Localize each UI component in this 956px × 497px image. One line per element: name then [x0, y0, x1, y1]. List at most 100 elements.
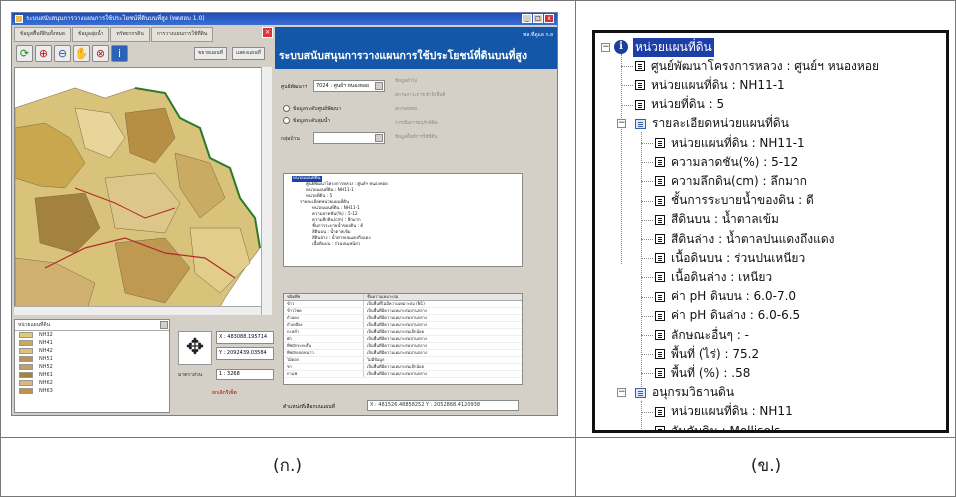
soil-unit-tree-small[interactable]: หน่วยแผนที่ดิน ศูนย์พัฒนาโครงการหลวง : ศ… — [283, 173, 523, 267]
table-row[interactable]: พืชผักเขตหนาว เป็นพื้นที่มีความเหมาะสมปาน… — [284, 350, 522, 357]
tree-root-label[interactable]: หน่วยแผนที่ดิน — [633, 37, 714, 57]
radio-center-level[interactable]: ข้อมูลระดับศูนย์พัฒนา — [283, 105, 341, 113]
tab-all-land[interactable]: ข้อมูลพื้นที่ดินทั้งหมด — [14, 27, 72, 42]
tree-item[interactable]: ความลึกดิน(cm) : ลึกมาก — [655, 172, 807, 190]
legend-item[interactable]: NH61 — [15, 371, 169, 379]
scale-field[interactable]: 1 : 3268 — [216, 369, 274, 380]
legend-select[interactable]: หน่วยแผนที่ดิน — [15, 320, 169, 331]
status-coordinates: X : 481526.48858252 Y : 2052868.4120938 — [367, 400, 519, 411]
map-horizontal-scrollbar[interactable] — [14, 306, 261, 315]
collapse-toggle[interactable]: − — [617, 387, 626, 397]
tab-watershed[interactable]: ข้อมูลลุ่มน้ำ — [72, 27, 110, 42]
caption-left: (ก.) — [273, 456, 302, 476]
table-row[interactable]: พืชผักระยะสั้น เป็นพื้นที่มีความเหมาะสมปา… — [284, 343, 522, 350]
tree-item[interactable]: หน่วยแผนที่ดิน : NH11-1 — [655, 134, 805, 152]
tree-item-label: ค่า pH ดินล่าง : 6.0-6.5 — [671, 308, 801, 323]
column-header-suitability[interactable]: ชั้นความเหมาะสม — [364, 294, 522, 300]
center-select[interactable]: 7024 : ศูนย์ฯ หนองหอย — [313, 80, 385, 92]
radio-watershed-level[interactable]: ข้อมูลระดับลุ่มน้ำ — [283, 117, 330, 125]
zoom-in-icon[interactable]: ⊕ — [35, 45, 52, 62]
tree-item[interactable]: ค่า pH ดินบน : 6.0-7.0 — [655, 288, 796, 306]
pan-icon[interactable]: ✋ — [73, 45, 90, 62]
legend-item[interactable]: NH52 — [15, 363, 169, 371]
tree-group-details[interactable]: รายละเอียดหน่วยแผนที่ดิน — [635, 115, 789, 133]
legend-item[interactable]: NH62 — [15, 379, 169, 387]
table-row[interactable]: กะหล่ำ เป็นพื้นที่มีความเหมาะสมเล็กน้อย — [284, 329, 522, 336]
collapse-toggle-root[interactable]: − — [601, 43, 610, 52]
reset-link[interactable]: ยกเลิกรีเซ็ต — [212, 389, 237, 397]
tree-item[interactable]: อันดับดิน : Mollisols — [655, 422, 780, 430]
map-vertical-scrollbar[interactable] — [261, 67, 272, 315]
tab-planning[interactable]: การวางแผนการใช้ที่ดิน — [150, 27, 214, 42]
legend-item[interactable]: NH42 — [15, 347, 169, 355]
table-row[interactable]: ชา เป็นพื้นที่มีความเหมาะสมเล็กน้อย — [284, 364, 522, 371]
table-cell-suitability: เป็นพื้นที่มีความเหมาะสมปานกลาง — [367, 315, 427, 320]
tree-item[interactable]: พื้นที่ (%) : .58 — [655, 364, 750, 382]
society-button[interactable]: สภาพสังคม — [395, 105, 459, 115]
table-row[interactable]: ไม้ดอก ไม่มีข้อมูล — [284, 357, 522, 364]
group-select[interactable] — [313, 132, 385, 144]
tree-item[interactable]: หน่วยแผนที่ดิน : NH11 — [655, 403, 793, 421]
tab-close-button[interactable]: × — [262, 27, 273, 38]
tree-item[interactable]: หน่วยแผนที่ดิน : NH11-1 — [635, 76, 785, 94]
table-cell-crop: กะหล่ำ — [284, 329, 364, 335]
tree-item[interactable]: สีดินล่าง : น้ำตาลปนแดงถึงแดง — [655, 230, 835, 248]
table-row[interactable]: ข้าว เป็นพื้นที่ไม่มีความเหมาะสม (N1) — [284, 301, 522, 308]
tree-item-label: ลักษณะอื่นๆ : - — [671, 327, 749, 342]
tree-item[interactable]: ชั้นการระบายน้ำของดิน : ดี — [655, 192, 814, 210]
center-label: ศูนย์พัฒนาฯ — [281, 84, 308, 90]
column-header-crop[interactable]: ชนิดพืช — [284, 294, 364, 300]
tree-item[interactable]: ลักษณะอื่นๆ : - — [655, 326, 749, 344]
table-row[interactable]: กาแฟ เป็นพื้นที่มีความเหมาะสมปานกลาง — [284, 371, 522, 378]
map-toolbar: ⟳ ⊕ ⊖ ✋ ⊗ i ขยายแผนที่ แสดงแผนที่ — [14, 43, 272, 65]
full-extent-icon[interactable]: ⊗ — [92, 45, 109, 62]
tree-connector — [641, 431, 653, 432]
tree-item[interactable]: สีดินบน : น้ำตาลเข้ม — [655, 211, 779, 229]
table-row[interactable]: ผัก เป็นพื้นที่มีความเหมาะสมปานกลาง — [284, 336, 522, 343]
tree-item[interactable]: พื้นที่ (ไร่) : 75.2 — [655, 345, 759, 363]
navigation-compass-icon[interactable]: ✥ — [178, 331, 212, 365]
tree-item[interactable]: ความลาดชัน(%) : 5-12 — [655, 153, 798, 171]
zoom-out-icon[interactable]: ⊖ — [54, 45, 71, 62]
legend-label: NH41 — [39, 340, 53, 346]
legend-item[interactable]: NH32 — [15, 331, 169, 339]
zoom-map-button[interactable]: ขยายแผนที่ — [194, 47, 227, 60]
tree-connector — [641, 219, 653, 221]
tree-item[interactable]: ศูนย์พัฒนาโครงการหลวง : ศูนย์ฯ หนองหอย — [635, 57, 879, 75]
legend-label: NH52 — [39, 364, 53, 370]
soil-unit-tree[interactable]: − i หน่วยแผนที่ดิน ศูนย์พัฒนาโครงการหลวง… — [592, 30, 949, 433]
minimize-button[interactable]: _ — [522, 14, 532, 23]
legend-item[interactable]: NH63 — [15, 387, 169, 395]
field-icon — [655, 253, 665, 264]
close-button[interactable]: x — [544, 14, 554, 23]
map-canvas[interactable] — [14, 67, 272, 315]
collapse-toggle[interactable]: − — [617, 118, 626, 128]
table-row[interactable]: ถั่วแดง เป็นพื้นที่มีความเหมาะสมปานกลาง — [284, 315, 522, 322]
table-row[interactable]: ข้าวโพด เป็นพื้นที่มีความเหมาะสมปานกลาง — [284, 308, 522, 315]
chevron-down-icon[interactable] — [160, 321, 168, 329]
tree-item[interactable]: เนื้อดินล่าง : เหนียว — [655, 268, 772, 286]
tree-group-taxonomy[interactable]: อนุกรมวิธานดิน — [635, 384, 734, 402]
conservation-button[interactable]: การเพิ่มการอนุรักษ์ดิน — [395, 119, 459, 129]
legend-label: NH51 — [39, 356, 53, 362]
tree-item[interactable]: เนื้อดินบน : ร่วนปนเหนียว — [284, 242, 522, 248]
info-tool-icon[interactable]: i — [111, 45, 128, 62]
tree-item[interactable]: เนื้อดินบน : ร่วนปนเหนียว — [655, 249, 805, 267]
legend-item[interactable]: NH41 — [15, 339, 169, 347]
tree-item[interactable]: หน่วยที่ดิน : 5 — [635, 96, 724, 114]
chevron-down-icon[interactable] — [375, 82, 383, 90]
table-cell-suitability: เป็นพื้นที่มีความเหมาะสมเล็กน้อย — [367, 329, 424, 334]
chevron-down-icon[interactable] — [375, 134, 383, 142]
legend-item[interactable]: NH51 — [15, 355, 169, 363]
tab-soil[interactable]: ทรัพยากรดิน — [110, 27, 150, 42]
table-row[interactable]: ถั่วเหลือง เป็นพื้นที่มีความเหมาะสมปานกลา… — [284, 322, 522, 329]
access-button[interactable]: สภาพภาวะการเข้าถึงพื้นที่ — [395, 91, 459, 101]
show-map-button[interactable]: แสดงแผนที่ — [232, 47, 265, 60]
maximize-button[interactable]: □ — [533, 14, 543, 23]
tree-root-node[interactable]: i หน่วยแผนที่ดิน — [614, 37, 714, 57]
land-use-button[interactable]: ข้อมูลพื้นที่การใช้ที่ดิน — [395, 133, 459, 143]
general-info-button[interactable]: ข้อมูลทั่วไป — [395, 77, 459, 87]
tree-item[interactable]: ค่า pH ดินล่าง : 6.0-6.5 — [655, 307, 800, 325]
tree-item-label: หน่วยแผนที่ดิน : NH11-1 — [671, 135, 805, 150]
refresh-icon[interactable]: ⟳ — [16, 45, 33, 62]
